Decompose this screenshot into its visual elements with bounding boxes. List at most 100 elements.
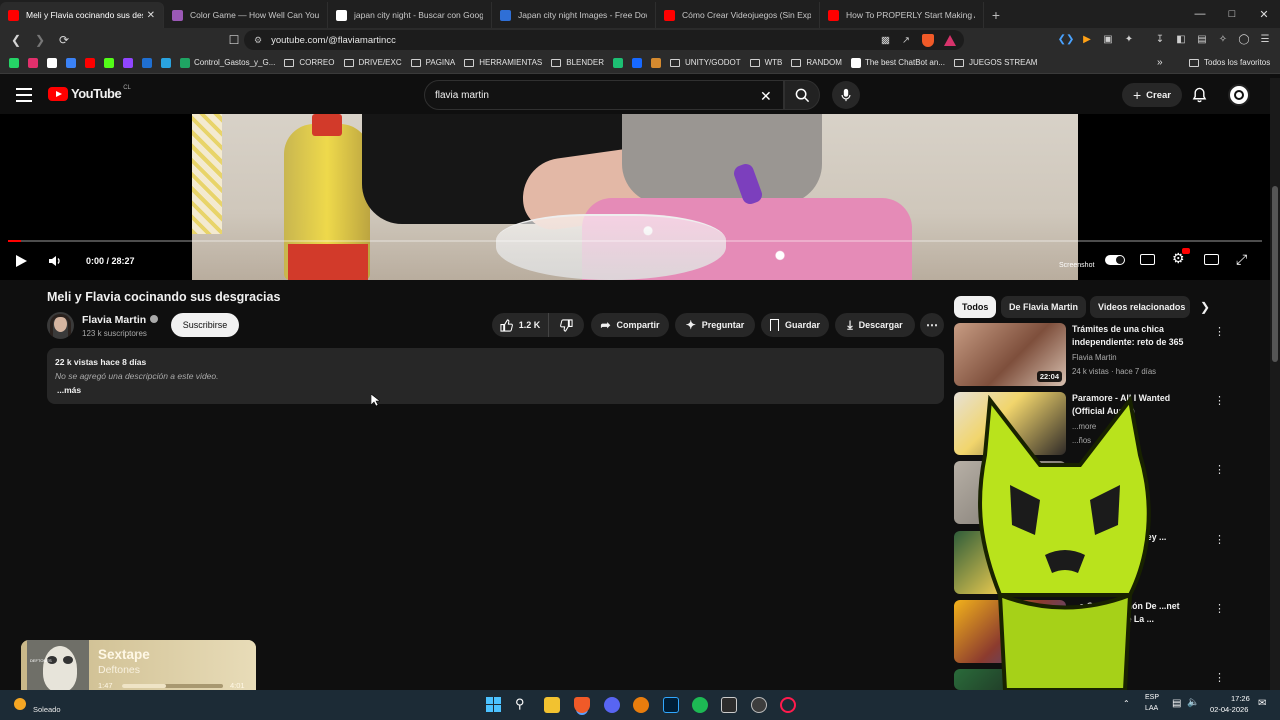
- bookmark-item[interactable]: [161, 57, 171, 68]
- chip-related[interactable]: Videos relacionados: [1090, 296, 1190, 318]
- app-icon-1[interactable]: [721, 697, 737, 713]
- start-icon[interactable]: [486, 697, 501, 712]
- bookmark-item[interactable]: RANDOM: [791, 58, 842, 67]
- video-player[interactable]: 0:00 / 28:27 Screenshot ⚙ ⤢: [0, 114, 1270, 280]
- volume-button[interactable]: [48, 254, 62, 271]
- chip-from-channel[interactable]: De Flavia Martin: [1001, 296, 1087, 318]
- video-progress-bar[interactable]: [8, 240, 1262, 242]
- more-options-icon[interactable]: ⋮: [1214, 671, 1225, 684]
- dislike-button[interactable]: [548, 313, 584, 337]
- bookmark-item[interactable]: Control_Gastos_y_G...: [180, 57, 275, 68]
- close-tab-icon[interactable]: ✕: [147, 10, 155, 21]
- voice-search-button[interactable]: [832, 81, 860, 109]
- brave-shield-icon[interactable]: [922, 33, 934, 47]
- more-options-icon[interactable]: ⋮: [1214, 463, 1225, 476]
- site-info-icon[interactable]: ⚙: [254, 35, 262, 46]
- download-button[interactable]: ⤓ Descargar: [835, 313, 915, 337]
- language-bottom[interactable]: LAA: [1145, 705, 1158, 712]
- vpn-icon[interactable]: ◯: [1237, 32, 1251, 46]
- account-avatar[interactable]: [1228, 84, 1250, 106]
- more-options-icon[interactable]: ⋮: [1214, 394, 1225, 407]
- clock-date[interactable]: 02-04-2026: [1210, 705, 1248, 714]
- save-button[interactable]: Guardar: [761, 313, 829, 337]
- bookmark-item[interactable]: CORREO: [284, 58, 335, 67]
- share-button[interactable]: ➦ Compartir: [591, 313, 669, 337]
- clear-search-icon[interactable]: ✕: [760, 88, 772, 105]
- opera-gx-icon[interactable]: [780, 697, 796, 713]
- bookmark-page-icon[interactable]: ☐: [224, 30, 244, 50]
- channel-avatar[interactable]: [47, 312, 74, 339]
- description-box[interactable]: 22 k vistas hace 8 días No se agregó una…: [47, 348, 944, 404]
- hamburger-menu-icon[interactable]: [16, 88, 32, 102]
- back-icon[interactable]: ❮: [6, 30, 26, 50]
- browser-tab[interactable]: How To PROPERLY Start Making A Ga: [820, 2, 984, 28]
- youtube-logo[interactable]: YouTube CL: [48, 85, 131, 101]
- new-tab-button[interactable]: +: [984, 2, 1008, 28]
- bookmark-item[interactable]: JUEGOS STREAM: [953, 58, 1037, 67]
- show-hidden-icons[interactable]: ⌃: [1123, 699, 1130, 708]
- forward-icon[interactable]: ❯: [30, 30, 50, 50]
- bookmark-item[interactable]: DRIVE/EXC: [343, 58, 402, 67]
- miniplayer-icon[interactable]: [1204, 254, 1219, 265]
- address-bar[interactable]: ⚙ youtube.com/@flaviamartincc ▩ ↗: [244, 30, 964, 50]
- play-button[interactable]: [14, 254, 28, 271]
- video-frame[interactable]: [192, 114, 1078, 280]
- maximize-icon[interactable]: □: [1216, 0, 1248, 28]
- recommended-video[interactable]: 22:04 Trámites de una chica independiente…: [954, 323, 1225, 387]
- spotify-icon[interactable]: [692, 697, 708, 713]
- share-page-icon[interactable]: ↗: [902, 35, 910, 46]
- network-icon[interactable]: ▤: [1172, 698, 1181, 709]
- bookmark-item[interactable]: [47, 57, 57, 68]
- song-progress-bar[interactable]: [122, 684, 223, 688]
- recommended-channel[interactable]: Flavia Martin: [1072, 353, 1117, 362]
- bookmark-item[interactable]: [66, 57, 76, 68]
- file-explorer-icon[interactable]: [544, 697, 560, 713]
- sidebar-icon[interactable]: ◧: [1174, 32, 1188, 46]
- extension-2-icon[interactable]: ▶: [1080, 32, 1094, 46]
- more-options-icon[interactable]: ⋮: [1214, 325, 1225, 338]
- photoshop-icon[interactable]: [663, 697, 679, 713]
- discord-icon[interactable]: [604, 697, 620, 713]
- ask-button[interactable]: ✦ Preguntar: [675, 313, 755, 337]
- weather-label[interactable]: Soleado: [33, 705, 61, 714]
- autoplay-toggle[interactable]: [1105, 255, 1125, 265]
- bookmark-item[interactable]: UNITY/GODOT: [670, 58, 741, 67]
- bookmark-item[interactable]: HERRAMIENTAS: [464, 58, 542, 67]
- scrollbar-thumb[interactable]: [1272, 186, 1278, 362]
- show-more-link[interactable]: ...más: [57, 385, 936, 395]
- create-button[interactable]: + Crear: [1122, 83, 1182, 107]
- close-window-icon[interactable]: ✕: [1248, 0, 1280, 28]
- video-thumbnail[interactable]: 22:04: [954, 323, 1066, 386]
- recommended-title[interactable]: Trámites de una chica independiente: ret…: [1072, 323, 1190, 350]
- like-button[interactable]: 1.2 K: [492, 313, 548, 337]
- extensions-icon[interactable]: ✦: [1122, 32, 1136, 46]
- brave-rewards-icon[interactable]: [944, 34, 956, 46]
- chips-next-icon[interactable]: ❯: [1200, 300, 1210, 314]
- bookmark-item[interactable]: PAGINA: [410, 58, 455, 67]
- more-bookmarks-icon[interactable]: »: [1157, 57, 1163, 68]
- search-button[interactable]: [784, 80, 820, 110]
- bookmark-item[interactable]: BLENDER: [551, 58, 604, 67]
- all-bookmarks[interactable]: Todos los favoritos: [1189, 58, 1270, 67]
- brave-browser-icon[interactable]: [574, 697, 590, 713]
- clock-time[interactable]: 17:26: [1231, 694, 1250, 703]
- blender-icon[interactable]: [633, 697, 649, 713]
- app-icon-2[interactable]: [751, 697, 767, 713]
- chip-all[interactable]: Todos: [954, 296, 997, 318]
- wallet-icon[interactable]: ▤: [1195, 32, 1209, 46]
- leo-ai-icon[interactable]: ✧: [1216, 32, 1230, 46]
- bookmark-item[interactable]: WTB: [749, 58, 782, 67]
- bookmark-item[interactable]: [142, 57, 152, 68]
- bookmark-item[interactable]: [9, 57, 19, 68]
- bookmark-item[interactable]: [104, 57, 114, 68]
- reload-icon[interactable]: ⟳: [54, 30, 74, 50]
- extension-1-icon[interactable]: ❮❯: [1058, 32, 1075, 46]
- more-options-icon[interactable]: ⋮: [1214, 602, 1225, 615]
- browser-tab[interactable]: japan city night - Buscar con Google: [328, 2, 492, 28]
- menu-icon[interactable]: ☰: [1258, 32, 1272, 46]
- bookmark-item[interactable]: [632, 57, 643, 68]
- notifications-bell-icon[interactable]: [1192, 87, 1207, 108]
- browser-tab[interactable]: Color Game — How Well Can You Re: [164, 2, 328, 28]
- page-scrollbar[interactable]: [1270, 78, 1280, 690]
- screenshot-label[interactable]: Screenshot: [1059, 262, 1094, 269]
